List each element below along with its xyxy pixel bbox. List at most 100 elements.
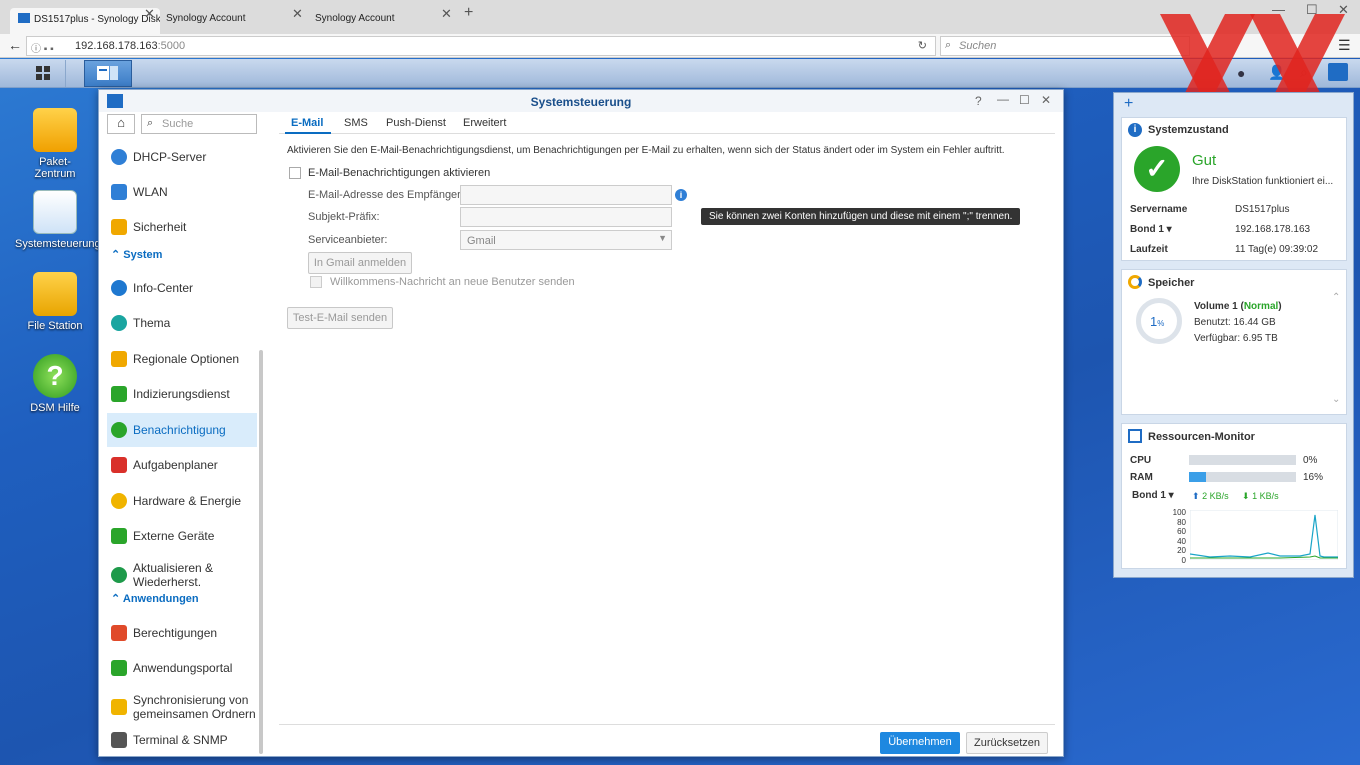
volume-name: Volume 1 xyxy=(1194,301,1238,312)
chevron-up-icon[interactable]: ⌃ xyxy=(1332,292,1340,303)
chevron-down-icon[interactable]: ⌄ xyxy=(1332,394,1340,405)
arrow-up-icon: ⬆ xyxy=(1192,491,1200,501)
minimize-icon[interactable]: — xyxy=(997,92,1009,106)
new-tab-icon[interactable]: + xyxy=(464,4,473,22)
health-message: Ihre DiskStation funktioniert ei... xyxy=(1192,176,1334,187)
cpu-value: 0% xyxy=(1303,455,1318,466)
desktop-icon-dsm-help[interactable]: ? DSM Hilfe xyxy=(15,354,95,414)
sidebar-item-terminal[interactable]: Terminal & SNMP xyxy=(107,723,257,757)
close-tab-icon[interactable]: ✕ xyxy=(144,6,155,22)
sidebar-section-apps[interactable]: ⌃ Anwendungen xyxy=(111,592,199,605)
tab-label: Synology Account xyxy=(166,13,246,24)
apply-button[interactable]: Übernehmen xyxy=(880,732,960,754)
sidebar-item-app-portal[interactable]: Anwendungsportal xyxy=(107,651,257,685)
browser-search-input[interactable]: ⌕ Suchen xyxy=(940,36,1190,56)
sidebar-item-label: DHCP-Server xyxy=(133,150,207,164)
tab-email[interactable]: E-Mail xyxy=(291,117,323,129)
y-tick: 20 xyxy=(1177,546,1186,556)
info-icon[interactable]: i xyxy=(675,189,687,201)
portal-icon xyxy=(111,660,127,676)
storage-percent-unit: % xyxy=(1157,319,1165,328)
home-icon: ⌂ xyxy=(117,115,125,130)
tab-sms[interactable]: SMS xyxy=(344,117,368,129)
widget-panel: + i Systemzustand ✓ Gut Ihre DiskStation… xyxy=(1113,92,1354,578)
reset-button[interactable]: Zurücksetzen xyxy=(966,732,1048,754)
terminal-icon xyxy=(111,732,127,748)
monitor-bond-select[interactable]: Bond 1 ▾ xyxy=(1132,490,1174,501)
volume-status: Normal xyxy=(1243,301,1279,312)
sidebar-item-label: Info-Center xyxy=(133,281,194,295)
recipient-email-input[interactable] xyxy=(460,185,672,205)
browser-tab[interactable]: Synology Account xyxy=(158,8,288,34)
cpu-bar xyxy=(1189,455,1296,465)
back-icon[interactable]: ← xyxy=(8,37,22,53)
sidebar-item-label: Aktualisieren & Wiederherst. xyxy=(133,561,214,589)
main-menu-button[interactable] xyxy=(18,60,66,87)
gmail-login-button[interactable]: In Gmail anmelden xyxy=(308,252,412,274)
welcome-message-checkbox[interactable] xyxy=(310,276,322,288)
enable-email-checkbox[interactable] xyxy=(289,167,301,179)
add-widget-icon[interactable]: + xyxy=(1124,95,1133,113)
sidebar-search-input[interactable]: ⌕ Suche xyxy=(141,114,257,134)
sidebar-item-shared-folder-sync[interactable]: Synchronisierung von gemeinsamen Ordnern xyxy=(107,688,257,726)
sidebar-item-task-scheduler[interactable]: Aufgabenplaner xyxy=(107,448,257,482)
desktop-icon-file-station[interactable]: File Station xyxy=(15,272,95,332)
close-tab-icon[interactable]: ✕ xyxy=(292,6,303,22)
tab-push[interactable]: Push-Dienst xyxy=(386,117,446,129)
tab-active-indicator xyxy=(285,132,331,134)
uptime-label: Laufzeit xyxy=(1130,244,1168,255)
welcome-message-label: Willkommens-Nachricht an neue Benutzer s… xyxy=(330,276,575,288)
browser-tab[interactable]: Synology Account xyxy=(307,8,437,34)
download-rate-value: 1 KB/s xyxy=(1252,491,1279,501)
health-status: Gut xyxy=(1192,152,1217,169)
uptime-value: 11 Tag(e) 09:39:02 xyxy=(1235,244,1319,255)
provider-select[interactable]: Gmail ▼ xyxy=(460,230,672,250)
sidebar-item-regional[interactable]: Regionale Optionen xyxy=(107,342,257,376)
sidebar-item-update-restore[interactable]: Aktualisieren & Wiederherst. xyxy=(107,556,257,594)
sidebar-item-wlan[interactable]: WLAN xyxy=(107,175,257,209)
desktop-icon-label: Systemsteuerung xyxy=(15,238,101,250)
main-content: E-Mail SMS Push-Dienst Erweitert Aktivie… xyxy=(279,112,1059,756)
sidebar-item-dhcp[interactable]: DHCP-Server xyxy=(107,140,257,174)
site-info-icon[interactable]: ⓘ ▪ ▪ xyxy=(31,40,54,55)
sidebar-item-hardware[interactable]: Hardware & Energie xyxy=(107,484,257,518)
sidebar-item-security[interactable]: Sicherheit xyxy=(107,210,257,244)
bond-value: 192.168.178.163 xyxy=(1235,224,1311,235)
sidebar-item-theme[interactable]: Thema xyxy=(107,306,257,340)
dsm-taskbar: ● 👤 ⌕ xyxy=(0,59,1360,88)
cpu-label: CPU xyxy=(1130,455,1152,466)
subject-prefix-label: Subjekt-Präfix: xyxy=(308,211,380,223)
desktop-icon-control-panel[interactable]: Systemsteuerung xyxy=(15,190,101,250)
y-tick: 80 xyxy=(1177,517,1186,527)
desktop-icon-package-center[interactable]: Paket- Zentrum xyxy=(15,108,95,180)
window-title: Systemsteuerung xyxy=(530,95,632,109)
reload-icon[interactable]: ↻ xyxy=(918,39,927,52)
subject-prefix-input[interactable] xyxy=(460,207,672,227)
close-tab-icon[interactable]: ✕ xyxy=(441,6,452,22)
sidebar-item-privileges[interactable]: Berechtigungen xyxy=(107,616,257,650)
sidebar-item-label: WLAN xyxy=(133,185,168,199)
window-titlebar[interactable]: Systemsteuerung ? — ☐ ✕ xyxy=(99,90,1063,112)
url-input[interactable]: ⓘ ▪ ▪ 192.168.178.163:5000 ↻ xyxy=(26,36,936,56)
bond-label[interactable]: Bond 1 ▾ xyxy=(1130,224,1172,235)
close-icon[interactable]: ✕ xyxy=(1041,93,1051,107)
sidebar-section-system[interactable]: ⌃ System xyxy=(111,248,162,261)
sidebar-item-external-devices[interactable]: Externe Geräte xyxy=(107,519,257,553)
browser-tab-active[interactable]: DS1517plus - Synology Disk xyxy=(10,8,160,34)
sync-folder-icon xyxy=(111,699,127,715)
tab-advanced[interactable]: Erweitert xyxy=(463,117,506,129)
sidebar-item-info-center[interactable]: Info-Center xyxy=(107,271,257,305)
server-value: DS1517plus xyxy=(1235,204,1290,215)
y-tick: 40 xyxy=(1177,536,1186,546)
taskbar-control-panel[interactable] xyxy=(84,60,132,87)
sidebar-item-label: Externe Geräte xyxy=(133,529,215,543)
sidebar-item-notification[interactable]: Benachrichtigung xyxy=(107,413,257,447)
upload-icon xyxy=(111,528,127,544)
home-button[interactable]: ⌂ xyxy=(107,114,135,134)
test-email-button[interactable]: Test-E-Mail senden xyxy=(287,307,393,329)
sidebar-item-indexing[interactable]: Indizierungsdienst xyxy=(107,377,257,411)
help-icon[interactable]: ? xyxy=(975,94,982,108)
maximize-icon[interactable]: ☐ xyxy=(1019,93,1030,107)
sidebar-scrollbar[interactable] xyxy=(259,350,263,754)
monitor-icon xyxy=(1128,429,1142,443)
